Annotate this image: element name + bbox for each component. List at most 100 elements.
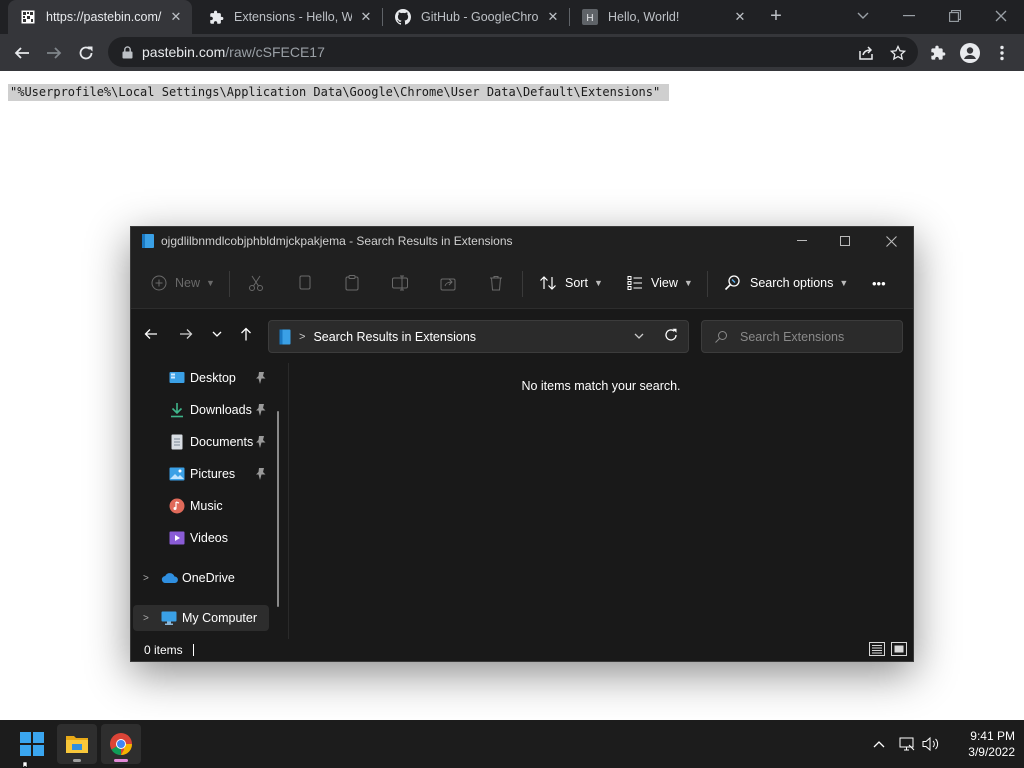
new-button[interactable]: New ▼	[151, 271, 215, 295]
tab-search-chevron-icon[interactable]	[851, 4, 875, 28]
explorer-search-box[interactable]	[701, 320, 903, 353]
tab-extensions[interactable]: Extensions - Hello, Wor ✕	[196, 0, 382, 34]
more-dots-icon: •••	[872, 275, 886, 291]
view-button[interactable]: View ▼	[627, 271, 693, 295]
pin-icon[interactable]	[255, 467, 267, 481]
nav-item-onedrive[interactable]: > OneDrive	[133, 565, 269, 591]
rename-button[interactable]	[391, 271, 409, 295]
system-clock[interactable]: 9:41 PM 3/9/2022	[945, 728, 1015, 760]
nav-item-music[interactable]: Music	[133, 493, 269, 519]
restore-icon[interactable]	[943, 4, 967, 28]
forward-arrow-icon[interactable]	[175, 323, 197, 345]
close-window-icon[interactable]	[989, 4, 1013, 28]
nav-item-desktop[interactable]: Desktop	[133, 365, 269, 391]
minimize-icon[interactable]	[791, 231, 813, 251]
breadcrumb-chevron-icon[interactable]: >	[299, 331, 305, 343]
nav-label: Downloads	[190, 403, 252, 417]
new-tab-button[interactable]: +	[766, 6, 786, 27]
bookmark-star-icon[interactable]	[885, 40, 911, 66]
taskbar-chrome[interactable]	[101, 724, 141, 764]
close-icon[interactable]	[880, 231, 902, 251]
more-options-button[interactable]: •••	[872, 271, 886, 295]
nav-label: Music	[190, 499, 223, 513]
address-dropdown-chevron-icon[interactable]	[634, 329, 644, 343]
trash-icon	[490, 276, 502, 291]
maximize-icon[interactable]	[834, 231, 856, 251]
large-icons-view-icon[interactable]	[891, 642, 907, 656]
chevron-down-icon: ▼	[683, 278, 693, 288]
expand-chevron-icon[interactable]: >	[143, 573, 149, 584]
pin-icon[interactable]	[255, 435, 267, 449]
search-input[interactable]	[740, 329, 890, 344]
network-icon[interactable]	[897, 734, 917, 754]
music-note-icon	[169, 498, 185, 514]
kebab-menu-icon[interactable]	[989, 40, 1015, 66]
explorer-title-bar[interactable]: ojgdlilbnmdlcobjphbldmjckpakjema - Searc…	[131, 227, 913, 255]
volume-icon[interactable]	[921, 734, 941, 754]
close-tab-icon[interactable]: ✕	[732, 9, 748, 25]
recent-locations-chevron-icon[interactable]	[206, 323, 228, 345]
empty-results-message: No items match your search.	[521, 379, 681, 393]
cut-button[interactable]	[247, 271, 265, 295]
copy-button[interactable]	[296, 271, 314, 295]
pin-icon[interactable]	[255, 371, 267, 385]
start-button[interactable]	[12, 724, 52, 764]
back-arrow-icon[interactable]	[9, 40, 35, 66]
taskbar-file-explorer[interactable]	[57, 724, 97, 764]
nav-item-documents[interactable]: Documents	[133, 429, 269, 455]
show-hidden-icons-chevron-icon[interactable]	[869, 734, 889, 754]
forward-arrow-icon[interactable]	[41, 40, 67, 66]
rename-icon	[392, 275, 408, 291]
up-arrow-icon[interactable]	[235, 323, 257, 345]
delete-button[interactable]	[487, 271, 505, 295]
paste-button[interactable]	[343, 271, 361, 295]
close-tab-icon[interactable]: ✕	[358, 9, 374, 25]
search-options-button[interactable]: Search options ▼	[724, 271, 848, 295]
sort-button[interactable]: Sort ▼	[539, 271, 603, 295]
details-view-icon[interactable]	[869, 642, 885, 656]
tab-pastebin[interactable]: https://pastebin.com/r ✕	[8, 0, 192, 34]
document-icon	[169, 434, 185, 450]
h-letter-icon: H	[582, 9, 598, 25]
pastebin-icon	[20, 9, 36, 25]
tab-title: https://pastebin.com/r	[46, 10, 162, 24]
running-indicator	[73, 759, 81, 762]
url-path: /raw/cSFECE17	[225, 44, 325, 60]
back-arrow-icon[interactable]	[140, 323, 162, 345]
nav-label: Documents	[190, 435, 254, 449]
extensions-puzzle-icon[interactable]	[925, 40, 951, 66]
refresh-icon[interactable]	[664, 328, 678, 345]
nav-item-pictures[interactable]: Pictures	[133, 461, 269, 487]
computer-monitor-icon	[161, 610, 177, 626]
nav-item-my-computer[interactable]: > My Computer	[133, 605, 269, 631]
browser-tabstrip: https://pastebin.com/r ✕ Extensions - He…	[0, 0, 1024, 34]
explorer-content-area[interactable]: No items match your search.	[289, 361, 913, 639]
search-icon	[714, 330, 728, 344]
close-tab-icon[interactable]: ✕	[168, 9, 184, 25]
nav-label: Pictures	[190, 467, 236, 481]
pin-icon[interactable]	[255, 403, 267, 417]
minimize-icon[interactable]	[897, 4, 921, 28]
address-bar[interactable]: pastebin.com/raw/cSFECE17	[108, 37, 918, 67]
desktop-icon	[169, 370, 185, 386]
cmd-separator	[522, 271, 523, 297]
expand-chevron-icon[interactable]: >	[143, 613, 149, 624]
cmd-separator	[707, 271, 708, 297]
nav-item-videos[interactable]: Videos	[133, 525, 269, 551]
nav-scrollbar[interactable]	[277, 411, 279, 607]
lock-icon[interactable]	[120, 45, 134, 59]
nav-label: Desktop	[190, 371, 236, 385]
breadcrumb-location[interactable]: Search Results in Extensions	[313, 330, 476, 344]
tab-github[interactable]: GitHub - GoogleChrom ✕	[383, 0, 569, 34]
share-button[interactable]	[439, 271, 457, 295]
explorer-address-bar[interactable]: > Search Results in Extensions	[268, 320, 689, 353]
profile-avatar-icon[interactable]	[957, 40, 983, 66]
url-host: pastebin.com	[142, 44, 226, 60]
reload-icon[interactable]	[73, 40, 99, 66]
close-tab-icon[interactable]: ✕	[545, 9, 561, 25]
share-icon[interactable]	[853, 40, 879, 66]
tab-hello-world[interactable]: H Hello, World! ✕	[570, 0, 756, 34]
browser-toolbar: pastebin.com/raw/cSFECE17	[0, 34, 1024, 71]
sort-arrows-icon	[540, 276, 556, 290]
nav-item-downloads[interactable]: Downloads	[133, 397, 269, 423]
